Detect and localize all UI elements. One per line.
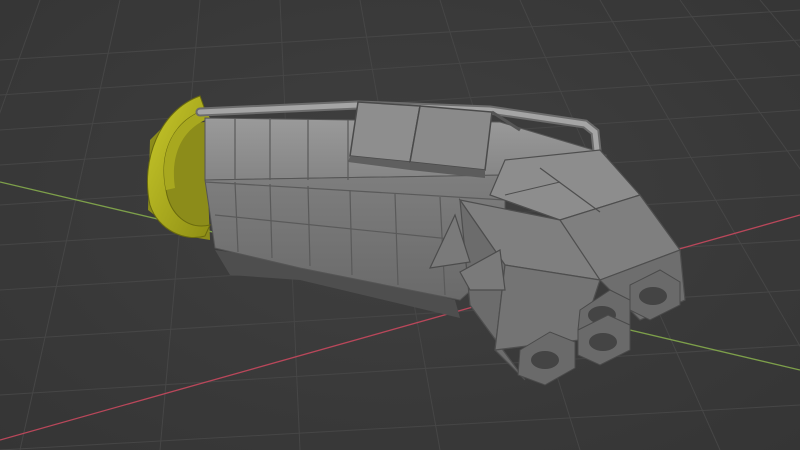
- 3d-viewport[interactable]: [0, 0, 800, 450]
- ring-collar[interactable]: [146, 95, 211, 240]
- viewport-canvas[interactable]: [0, 0, 800, 450]
- top-hatch-left[interactable]: [348, 101, 421, 170]
